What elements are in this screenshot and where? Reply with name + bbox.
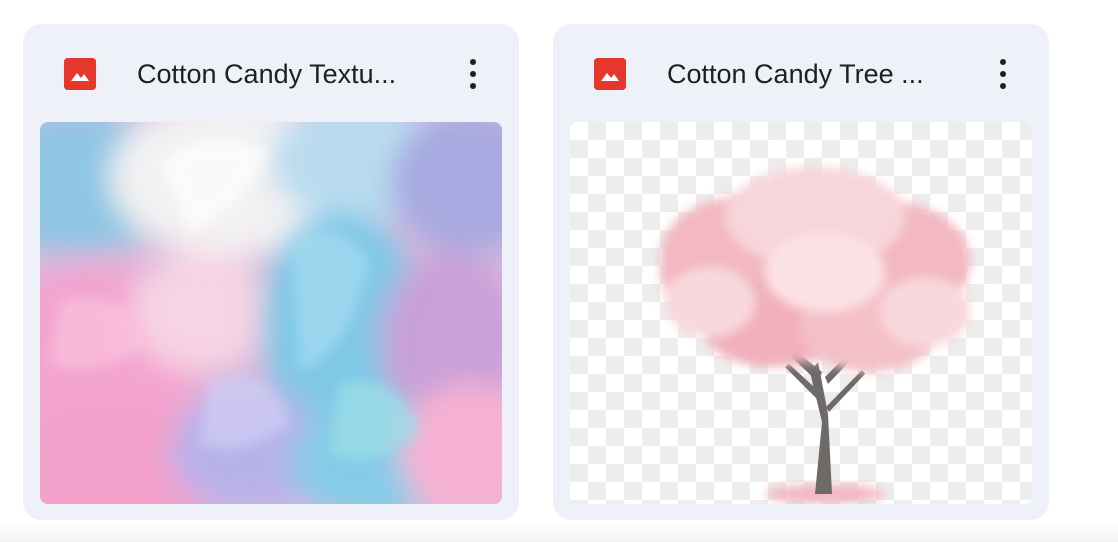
more-vert-icon[interactable] xyxy=(985,54,1021,94)
more-vert-icon[interactable] xyxy=(455,54,491,94)
page-bottom-fade xyxy=(0,520,1118,542)
file-card[interactable]: Cotton Candy Textu... xyxy=(23,24,519,520)
file-title: Cotton Candy Tree ... xyxy=(667,59,924,89)
file-card-header: Cotton Candy Tree ... xyxy=(553,24,1049,122)
file-card[interactable]: Cotton Candy Tree ... xyxy=(553,24,1049,520)
image-file-icon xyxy=(594,58,626,90)
image-file-icon xyxy=(64,58,96,90)
file-card-header: Cotton Candy Textu... xyxy=(23,24,519,122)
cotton-candy-tree-image[interactable] xyxy=(570,122,1032,504)
file-title: Cotton Candy Textu... xyxy=(137,59,397,89)
cotton-candy-texture-image[interactable] xyxy=(40,122,502,504)
file-grid: Cotton Candy Textu... Cotton Candy Tree … xyxy=(0,0,1118,542)
